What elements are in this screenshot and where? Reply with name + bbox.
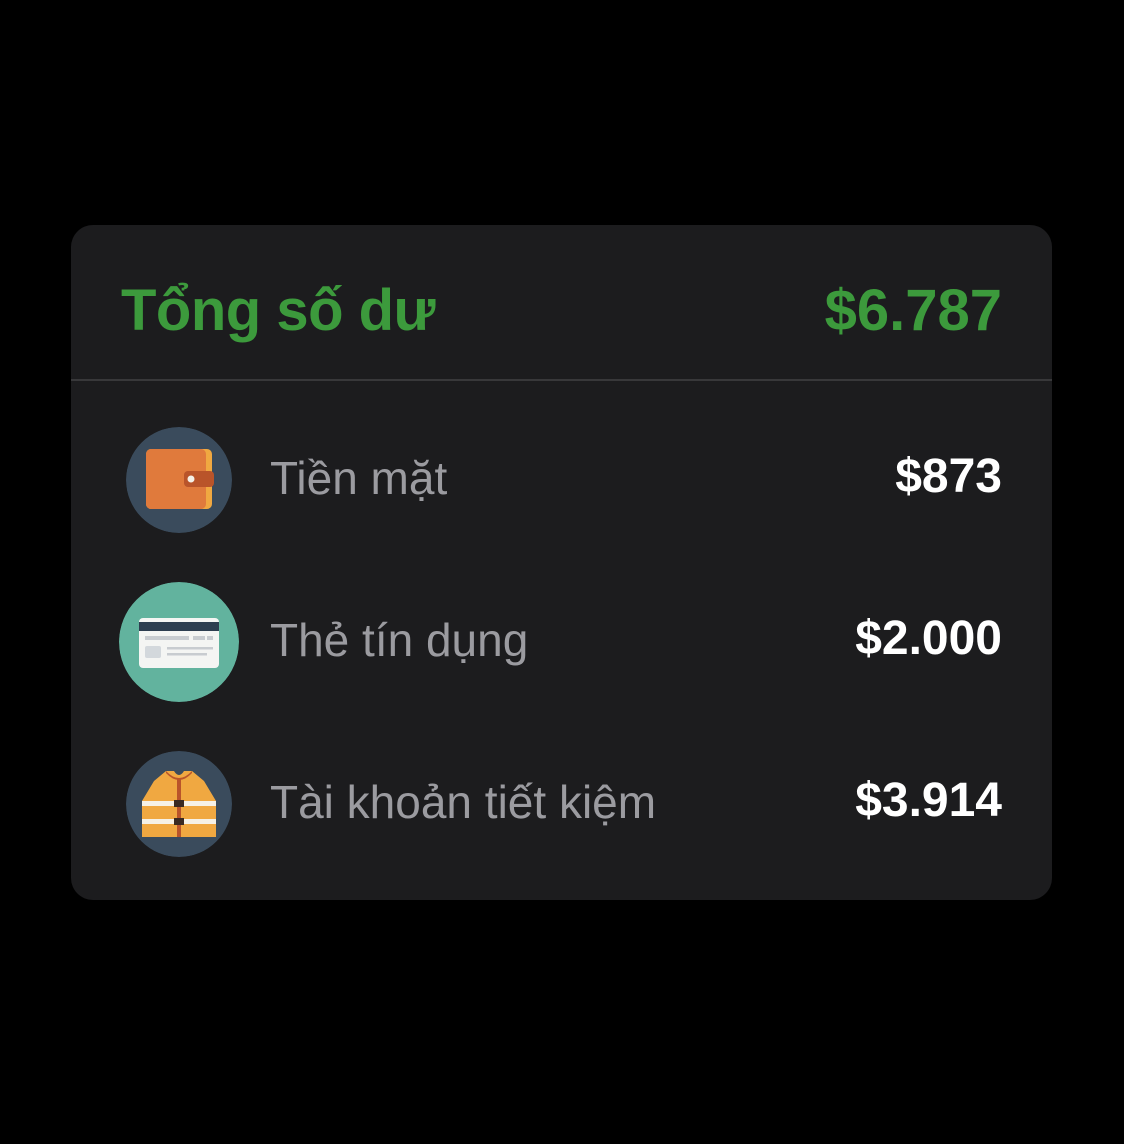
account-label: Tiền mặt [270,452,448,504]
total-balance-amount: $6.787 [824,278,1002,343]
credit-card-icon [119,582,239,702]
account-label: Thẻ tín dụng [270,614,529,666]
account-amount: $873 [895,450,1002,503]
account-amount: $3.914 [855,774,1002,827]
wallet-icon [126,427,232,533]
account-amount: $2.000 [855,612,1002,665]
account-row-cash[interactable]: Tiền mặt $873 [71,415,1052,545]
life-vest-icon [126,751,232,857]
total-balance-title: Tổng số dư [121,278,436,343]
balance-summary-header: Tổng số dư $6.787 [71,225,1052,381]
account-label: Tài khoản tiết kiệm [270,776,657,828]
account-row-credit-card[interactable]: Thẻ tín dụng $2.000 [71,577,1052,707]
balance-card: Tổng số dư $6.787 Tiền mặt $873 Thẻ tín … [71,225,1052,900]
account-row-savings[interactable]: Tài khoản tiết kiệm $3.914 [71,739,1052,869]
